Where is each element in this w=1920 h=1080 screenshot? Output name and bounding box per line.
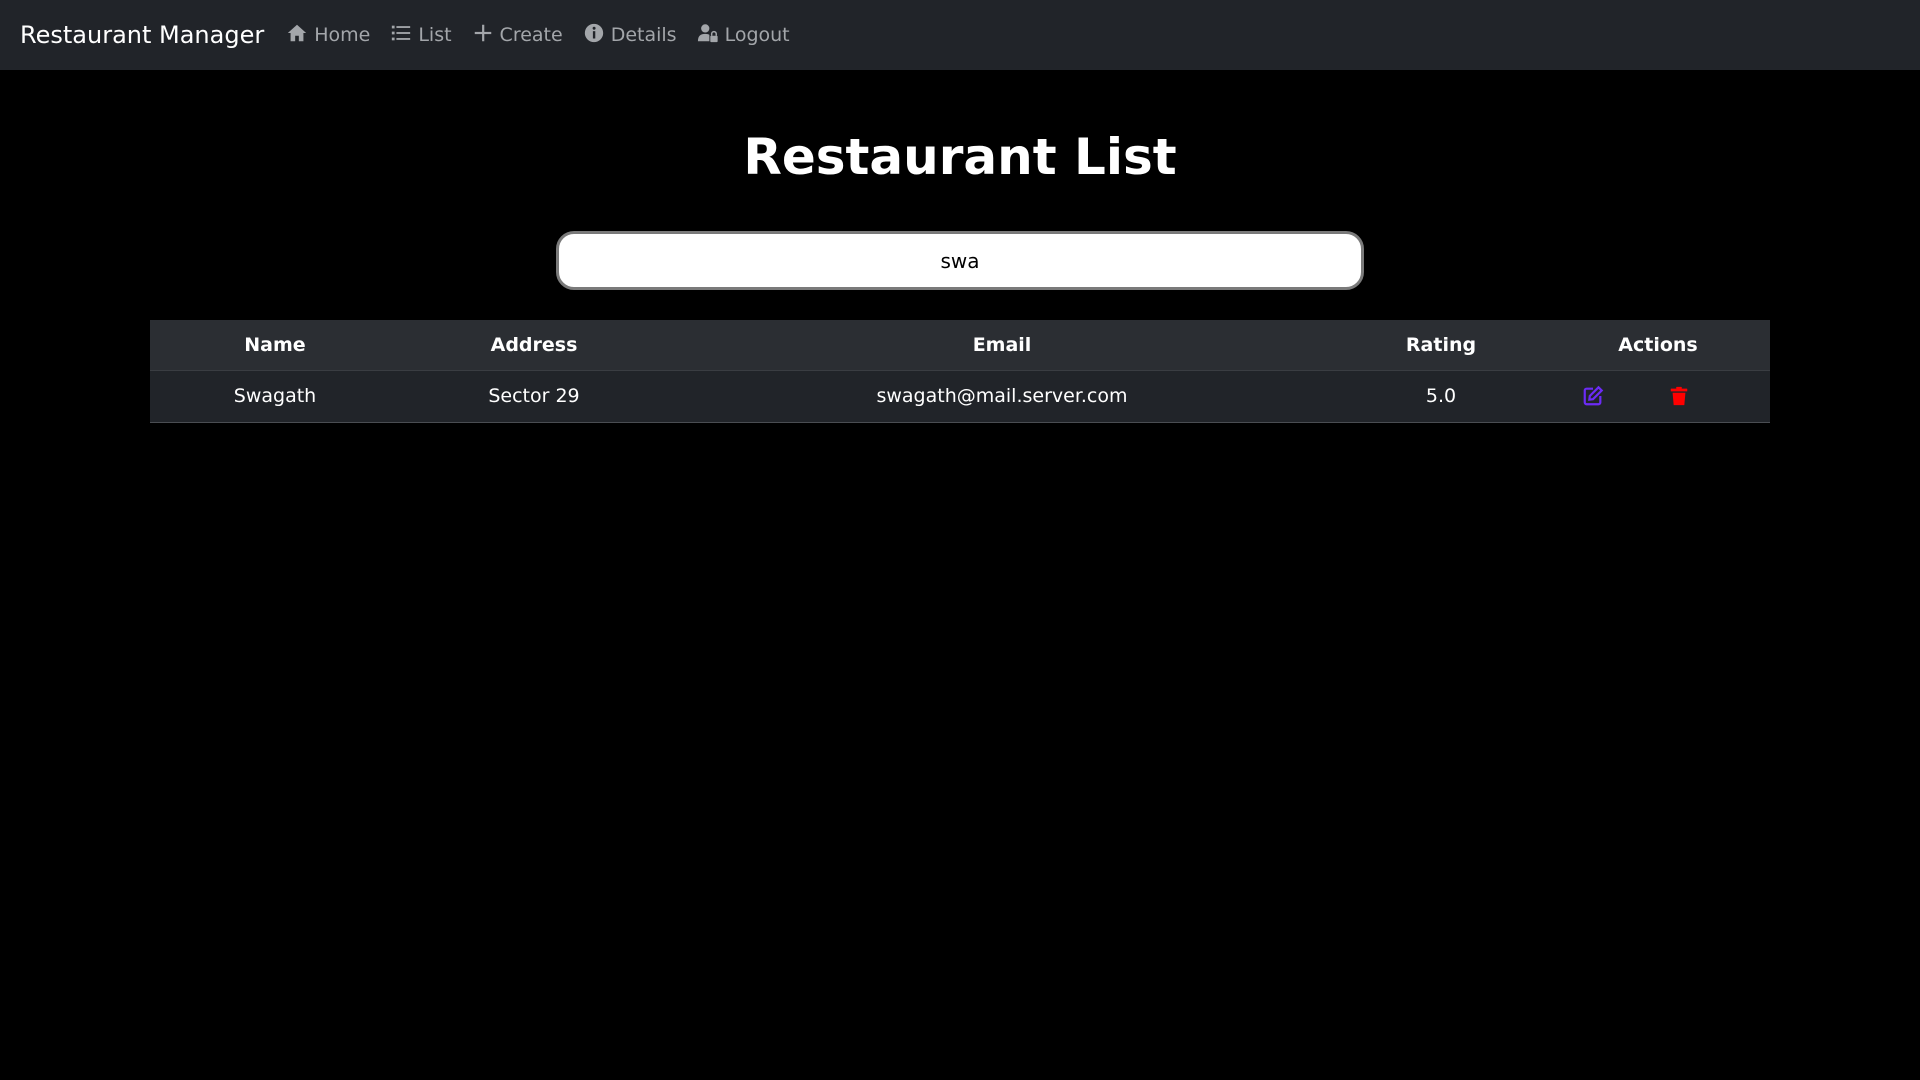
cell-rating: 5.0 [1425, 385, 1457, 407]
nav-details-link[interactable]: Details [583, 22, 677, 49]
page-title: Restaurant List [743, 128, 1177, 186]
search-input[interactable] [556, 231, 1364, 290]
cell-email: swagath@mail.server.com [876, 385, 1128, 407]
nav-home-label: Home [314, 24, 371, 46]
restaurant-table: Name Address Email Rating Actions Swagat… [150, 320, 1770, 423]
nav-list-label: List [418, 24, 452, 46]
column-header-rating: Rating [1405, 333, 1477, 356]
trash-icon[interactable] [1667, 384, 1691, 408]
cell-name: Swagath [233, 385, 317, 407]
table-row: Swagath Sector 29 swagath@mail.server.co… [150, 370, 1770, 422]
restaurant-table-container: Name Address Email Rating Actions Swagat… [150, 320, 1770, 423]
nav-home-link[interactable]: Home [286, 22, 370, 49]
search-container [556, 231, 1364, 290]
table-header-row: Name Address Email Rating Actions [150, 320, 1770, 370]
nav-links: Home List Create Details Logout [286, 22, 809, 49]
info-icon [583, 22, 611, 49]
nav-list-link[interactable]: List [390, 22, 452, 49]
column-header-name: Name [244, 333, 306, 356]
column-header-actions: Actions [1618, 333, 1698, 356]
list-icon [390, 22, 418, 49]
nav-logout-label: Logout [724, 24, 790, 46]
plus-icon [472, 22, 500, 49]
nav-details-label: Details [610, 24, 677, 46]
nav-logout-link[interactable]: Logout [697, 22, 790, 49]
column-header-address: Address [490, 333, 578, 356]
actions-group [1546, 371, 1770, 422]
navbar: Restaurant Manager Home List Create Deta… [0, 0, 1920, 70]
brand-link[interactable]: Restaurant Manager [20, 21, 264, 49]
cell-address: Sector 29 [488, 385, 580, 407]
user-lock-icon [697, 22, 725, 49]
cell-actions [1546, 370, 1770, 422]
nav-create-label: Create [499, 24, 563, 46]
edit-icon[interactable] [1581, 384, 1605, 408]
column-header-email: Email [972, 333, 1032, 356]
nav-create-link[interactable]: Create [472, 22, 563, 49]
home-icon [286, 22, 314, 49]
